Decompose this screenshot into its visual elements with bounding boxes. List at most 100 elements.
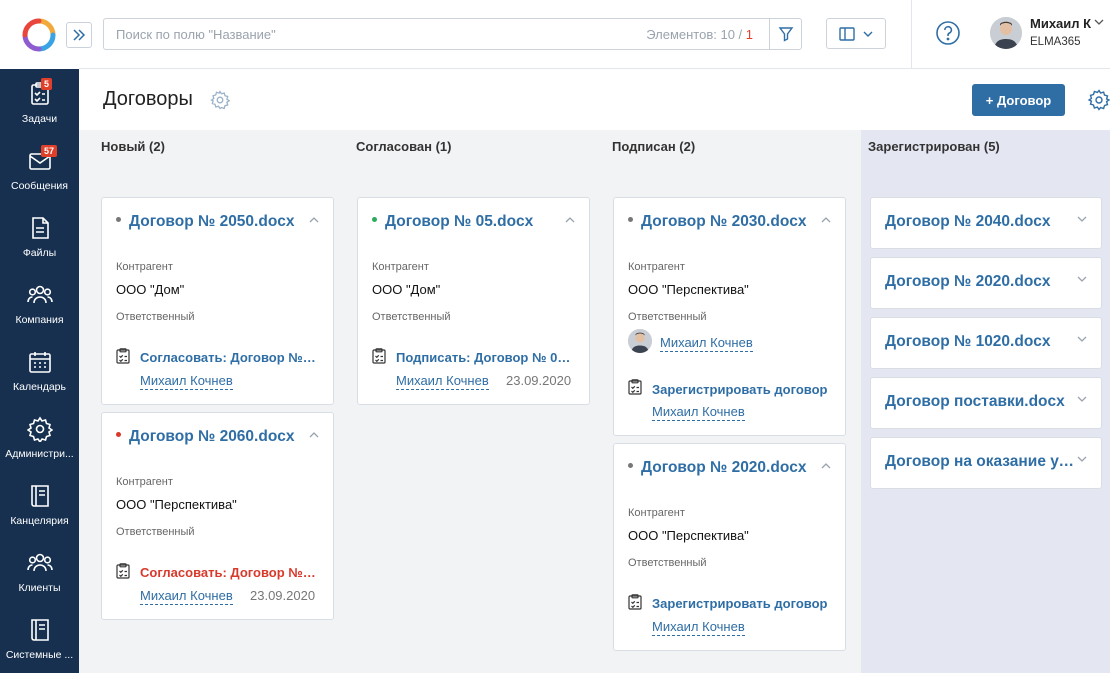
task-link[interactable]: Согласовать: Договор № 2050.docx — [140, 350, 318, 365]
card-title[interactable]: Договор № 05.docx — [372, 213, 552, 231]
chevron-up-icon[interactable] — [565, 217, 575, 223]
status-dot — [116, 217, 121, 223]
gear-icon[interactable] — [1088, 89, 1110, 111]
task-link[interactable]: Подписать: Договор № 05.docx — [396, 350, 576, 365]
chevron-down-icon[interactable] — [1077, 396, 1087, 402]
elma-logo-icon[interactable] — [22, 18, 56, 52]
task-user-link[interactable]: Михаил Кочнев — [396, 373, 489, 390]
chevron-up-icon[interactable] — [821, 217, 831, 223]
elements-count-filtered: 1 — [745, 27, 753, 42]
sidebar-item-label: Задачи — [21, 113, 58, 125]
chevron-down-icon — [863, 31, 873, 37]
chevron-down-icon[interactable] — [1077, 456, 1087, 462]
avatar[interactable] — [990, 17, 1022, 49]
chevron-down-icon[interactable] — [1077, 276, 1087, 282]
task-icon — [372, 348, 386, 364]
counterparty-label: Контрагент — [116, 261, 173, 273]
sidebar-item-label: Календарь — [13, 381, 66, 393]
contract-card[interactable]: Договор поставки.docx — [870, 377, 1102, 429]
contract-card[interactable]: Договор № 05.docx Контрагент ООО "Дом" О… — [357, 197, 590, 405]
card-title[interactable]: Договор № 2020.docx — [885, 273, 1090, 291]
card-title[interactable]: Договор № 2060.docx — [116, 428, 296, 446]
contract-card[interactable]: Договор № 2030.docx Контрагент ООО "Перс… — [613, 197, 846, 436]
contract-card[interactable]: Договор № 2020.docx Контрагент ООО "Перс… — [613, 443, 846, 651]
avatar[interactable] — [628, 329, 652, 353]
sidebar-item-files[interactable]: Файлы — [0, 203, 79, 270]
add-contract-button[interactable]: + Договор — [972, 84, 1065, 116]
responsible-label: Ответственный — [628, 557, 707, 569]
task-link[interactable]: Согласовать: Договор № 2060.docx — [140, 565, 318, 580]
filter-button[interactable] — [769, 19, 801, 49]
card-title[interactable]: Договор поставки.docx — [885, 393, 1090, 411]
view-switch-button[interactable] — [826, 18, 886, 49]
counterparty-label: Контрагент — [628, 261, 685, 273]
contract-card[interactable]: Договор № 2020.docx — [870, 257, 1102, 309]
user-name[interactable]: Михаил К — [1030, 16, 1091, 31]
task-date: 23.09.2020 — [506, 373, 572, 388]
chevron-up-icon[interactable] — [821, 463, 831, 469]
counterparty-label: Контрагент — [372, 261, 429, 273]
responsible-label: Ответственный — [372, 311, 451, 323]
book-icon — [30, 485, 49, 507]
search-input[interactable]: Поиск по полю "Название" Элементов: 10 /… — [103, 18, 802, 50]
card-title[interactable]: Договор на оказание услуг.docx — [885, 453, 1075, 471]
company-icon — [26, 285, 53, 304]
task-link[interactable]: Зарегистрировать договор — [652, 382, 837, 397]
card-title-text: Договор № 2030.docx — [641, 213, 807, 230]
expand-sidebar-button[interactable] — [66, 22, 92, 48]
user-org: ELMA365 — [1030, 36, 1081, 48]
user-photo-icon — [628, 329, 652, 353]
chevron-down-icon[interactable] — [1077, 336, 1087, 342]
contract-card[interactable]: Договор № 2050.docx Контрагент ООО "Дом"… — [101, 197, 334, 405]
sidebar-item-label: Канцелярия — [10, 515, 69, 527]
card-title[interactable]: Договор № 2040.docx — [885, 213, 1090, 231]
chevron-up-icon[interactable] — [309, 217, 319, 223]
sidebar-item-office[interactable]: Канцелярия — [0, 471, 79, 538]
sidebar: 5 Задачи 57 Сообщения Файлы Компания Кал… — [0, 0, 79, 673]
task-link[interactable]: Зарегистрировать договор — [652, 596, 837, 611]
card-title[interactable]: Договор № 2050.docx — [116, 213, 296, 231]
task-icon — [628, 594, 642, 610]
sidebar-item-label: Компания — [15, 314, 64, 326]
responsible-user-link[interactable]: Михаил Кочнев — [660, 335, 753, 352]
tasks-badge: 5 — [41, 78, 53, 90]
gear-icon[interactable] — [210, 90, 230, 110]
chevron-up-icon[interactable] — [309, 432, 319, 438]
contract-card[interactable]: Договор № 2040.docx — [870, 197, 1102, 249]
columns-view-icon — [839, 26, 855, 41]
sidebar-item-label: Сообщения — [11, 180, 68, 192]
task-user-link[interactable]: Михаил Кочнев — [140, 588, 233, 605]
counterparty-label: Контрагент — [116, 476, 173, 488]
card-title[interactable]: Договор № 1020.docx — [885, 333, 1090, 351]
task-user-link[interactable]: Михаил Кочнев — [652, 619, 745, 636]
sidebar-item-label: Клиенты — [18, 582, 61, 594]
help-icon[interactable] — [935, 20, 961, 46]
contract-card[interactable]: Договор № 2060.docx Контрагент ООО "Перс… — [101, 412, 334, 620]
kanban-board: Новый (2) Договор № 2050.docx Контрагент… — [79, 130, 1110, 673]
responsible-label: Ответственный — [116, 526, 195, 538]
sidebar-item-label: Файлы — [22, 247, 57, 259]
card-title[interactable]: Договор № 2030.docx — [628, 213, 808, 231]
sidebar-item-company[interactable]: Компания — [0, 270, 79, 337]
sidebar-item-tasks[interactable]: 5 Задачи — [0, 69, 79, 136]
sidebar-item-system[interactable]: Системные ... — [0, 605, 79, 672]
sidebar-item-messages[interactable]: 57 Сообщения — [0, 136, 79, 203]
sidebar-item-calendar[interactable]: Календарь — [0, 337, 79, 404]
chevron-down-icon[interactable] — [1094, 19, 1104, 25]
elements-count: Элементов: 10 / 1 — [646, 27, 753, 42]
sidebar-item-admin[interactable]: Администри... — [0, 404, 79, 471]
elements-count-label: Элементов: 10 — [646, 27, 735, 42]
top-header: Поиск по полю "Название" Элементов: 10 /… — [66, 0, 1110, 69]
task-date: 23.09.2020 — [250, 588, 316, 603]
task-user-link[interactable]: Михаил Кочнев — [140, 373, 233, 390]
contract-card[interactable]: Договор № 1020.docx — [870, 317, 1102, 369]
filter-icon — [778, 27, 793, 42]
task-user-link[interactable]: Михаил Кочнев — [652, 404, 745, 421]
card-title[interactable]: Договор № 2020.docx — [628, 459, 808, 477]
contract-card[interactable]: Договор на оказание услуг.docx — [870, 437, 1102, 489]
counterparty-value: ООО "Перспектива" — [628, 528, 749, 543]
sidebar-item-clients[interactable]: Клиенты — [0, 538, 79, 605]
chevron-down-icon[interactable] — [1077, 216, 1087, 222]
user-photo-icon — [990, 17, 1022, 49]
page-title: Договоры — [103, 88, 193, 110]
